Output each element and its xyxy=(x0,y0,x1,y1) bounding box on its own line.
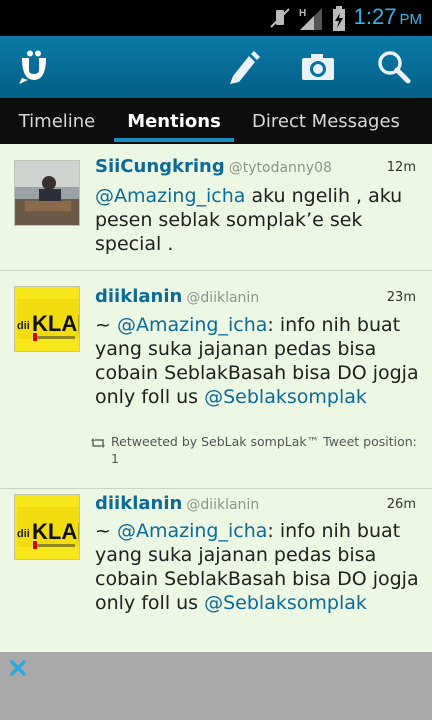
signal-icon: H xyxy=(298,6,324,36)
retweet-info: Retweeted by SebLak sompLak™ Tweet posit… xyxy=(91,433,420,467)
author-name[interactable]: diiklanin xyxy=(95,286,182,307)
tweet-header: diiklanin @diiklanin 26m xyxy=(95,493,416,517)
camera-button[interactable] xyxy=(288,36,348,98)
tweet-header: diiklanin @diiklanin 23m xyxy=(95,286,416,310)
svg-text:dii: dii xyxy=(17,320,30,332)
tweet-text: ~ @Amazing_icha: info nih buat yang suka… xyxy=(95,313,420,409)
tab-direct-messages[interactable]: Direct Messages xyxy=(234,98,418,144)
tweet-prefix: ~ xyxy=(95,314,117,336)
tweet-item[interactable]: dii KLAN diiklanin@diiklanin 23m ~ @Amaz… xyxy=(0,270,432,488)
diiklanin-logo: dii KLAN xyxy=(15,287,79,351)
avatar[interactable] xyxy=(14,160,80,226)
tweet-prefix: ~ xyxy=(95,520,117,542)
svg-text:KLAN: KLAN xyxy=(32,311,80,336)
tab-timeline[interactable]: Timeline xyxy=(0,98,114,144)
camera-icon xyxy=(302,54,334,80)
author-handle: @tytodanny08 xyxy=(228,160,332,176)
avatar[interactable]: dii KLAN xyxy=(14,494,80,560)
ubersocial-logo-icon xyxy=(19,50,46,84)
tweet-item[interactable]: SiiCungkring @tytodanny08 12m @Amazing_ic… xyxy=(0,144,432,270)
clock: 1:27 PM xyxy=(354,4,422,30)
tab-mentions[interactable]: Mentions xyxy=(114,98,234,144)
author-handle: @diiklanin xyxy=(186,497,260,513)
author-name[interactable]: SiiCungkring xyxy=(95,156,225,177)
tweet-time: 12m xyxy=(386,160,416,175)
clock-time: 1:27 xyxy=(353,4,397,29)
svg-text:dii: dii xyxy=(17,528,30,540)
svg-text:H: H xyxy=(299,8,306,19)
search-button[interactable] xyxy=(364,36,424,98)
tweet-text: ~ @Amazing_icha: info nih buat yang suka… xyxy=(95,519,420,615)
compose-button[interactable] xyxy=(214,36,274,98)
svg-text:KLAN: KLAN xyxy=(32,519,80,544)
action-bar xyxy=(0,36,432,98)
pencil-icon xyxy=(230,51,260,84)
mention-link[interactable]: @Amazing_icha xyxy=(117,520,267,542)
tweet-text: @Amazing_icha aku ngelih , aku pesen seb… xyxy=(95,184,420,256)
battery-charging-icon xyxy=(332,6,346,36)
tweet-item[interactable]: dii KLAN diiklanin@diiklanin 26m ~ @Amaz… xyxy=(0,488,432,652)
mention-link[interactable]: @Amazing_icha xyxy=(117,314,267,336)
diiklanin-logo: dii KLAN xyxy=(15,495,79,559)
author-handle: @diiklanin xyxy=(186,290,260,306)
tweet-header: SiiCungkring @tytodanny08 12m xyxy=(95,156,416,180)
mentions-list[interactable]: SiiCungkring @tytodanny08 12m @Amazing_ic… xyxy=(0,144,432,652)
ad-banner xyxy=(0,652,432,720)
vibrate-muted-icon xyxy=(268,6,292,34)
search-icon xyxy=(378,51,411,84)
retweet-icon xyxy=(91,436,105,453)
mention-link[interactable]: @Seblaksomplak xyxy=(204,386,367,408)
retweet-text: Retweeted by SebLak sompLak™ Tweet posit… xyxy=(111,434,417,466)
status-bar: H 1:27 PM xyxy=(0,0,432,36)
tab-bar: Timeline Mentions Direct Messages xyxy=(0,98,432,144)
close-icon[interactable] xyxy=(8,658,28,678)
tweet-time: 26m xyxy=(386,497,416,512)
app-logo-button[interactable] xyxy=(4,36,64,98)
clock-ampm: PM xyxy=(399,11,423,28)
mention-link[interactable]: @Amazing_icha xyxy=(95,185,245,207)
author-name[interactable]: diiklanin xyxy=(95,493,182,514)
mention-link[interactable]: @Seblaksomplak xyxy=(204,592,367,614)
tweet-time: 23m xyxy=(386,290,416,305)
avatar[interactable]: dii KLAN xyxy=(14,286,80,352)
